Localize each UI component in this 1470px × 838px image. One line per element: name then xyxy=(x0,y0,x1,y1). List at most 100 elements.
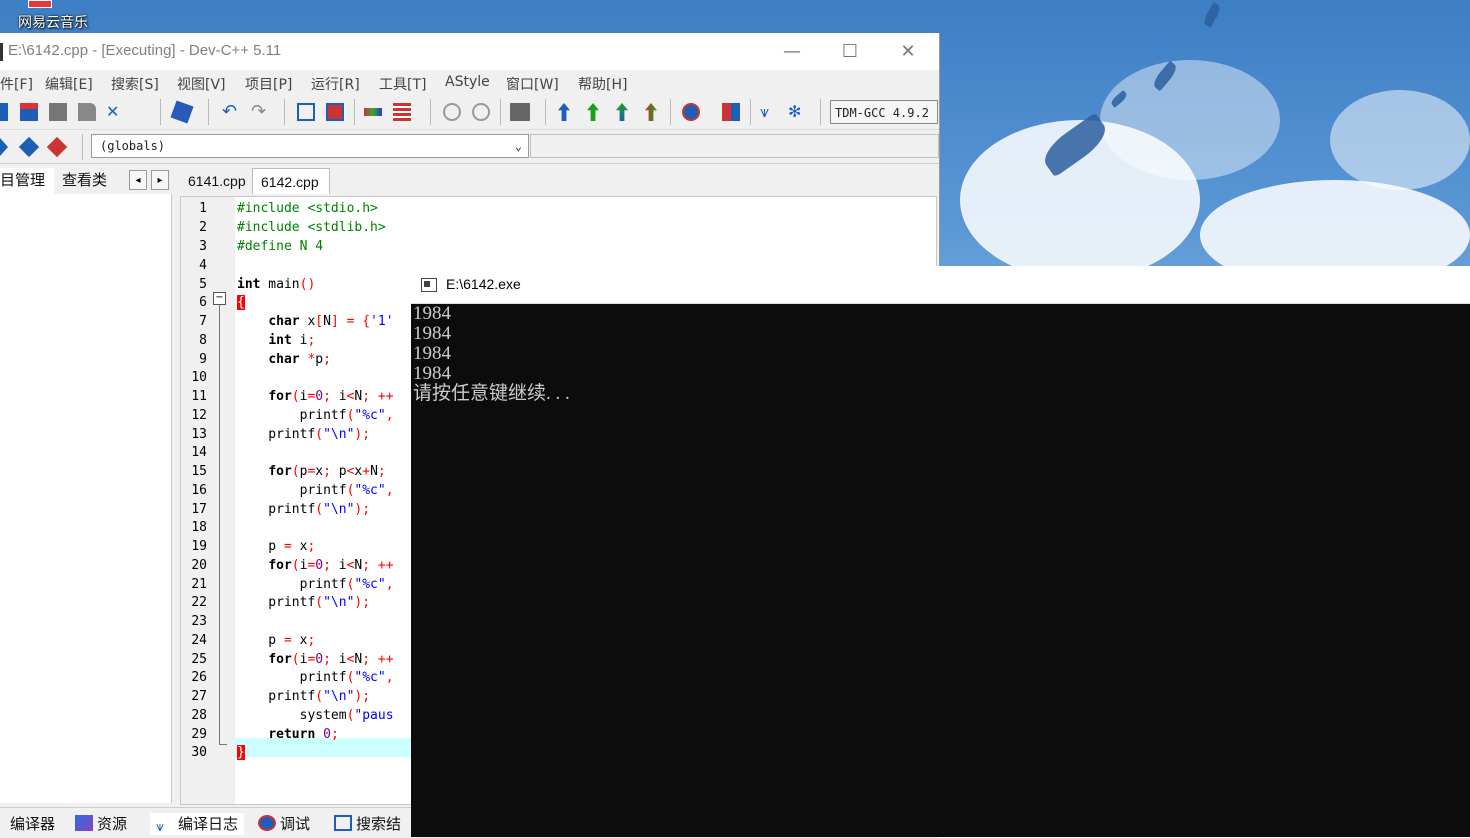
console-line: 请按任意键继续. . . xyxy=(413,383,570,404)
maximize-button[interactable]: ☐ xyxy=(821,33,879,70)
code-line: for(i=0; i<N; ++ xyxy=(268,389,394,404)
project-tree[interactable] xyxy=(0,194,172,803)
project-options-icon[interactable] xyxy=(510,103,530,121)
menu-file[interactable]: 件[F] xyxy=(0,74,33,94)
line-number: 29 xyxy=(191,727,207,742)
code-line: #include <stdlib.h> xyxy=(237,220,386,235)
line-number: 14 xyxy=(191,445,207,460)
new-file-icon[interactable] xyxy=(0,103,8,121)
line-number: 1 xyxy=(199,201,207,216)
code-line: printf("%c", xyxy=(237,670,394,685)
line-number: 13 xyxy=(191,427,207,442)
add-to-project-icon[interactable] xyxy=(443,103,461,121)
find-icon[interactable] xyxy=(297,103,315,121)
code-line: char x[N] = {'1' xyxy=(268,314,394,329)
profile-icon[interactable]: ⩛ xyxy=(760,103,778,121)
menu-astyle[interactable]: AStyle xyxy=(445,74,490,90)
undo-icon[interactable]: ↶ xyxy=(222,103,240,121)
console-line: 1984 xyxy=(413,343,451,364)
console-icon xyxy=(421,278,437,292)
menu-help[interactable]: 帮助[H] xyxy=(578,74,627,94)
close-file-icon[interactable]: ✕ xyxy=(106,103,124,121)
indent-icon[interactable] xyxy=(393,103,411,121)
line-number: 6 xyxy=(199,295,207,310)
tab-scroll-right-icon[interactable]: ▸ xyxy=(151,170,169,190)
debug-tab-icon xyxy=(258,815,276,831)
tab-debug[interactable]: 调试 xyxy=(258,813,310,834)
code-line: printf("%c", xyxy=(237,408,394,423)
debug-icon[interactable] xyxy=(682,103,700,121)
close-button[interactable]: ✕ xyxy=(879,33,937,70)
open-file-icon[interactable] xyxy=(20,103,38,121)
line-number: 30 xyxy=(191,745,207,760)
menu-search[interactable]: 搜索[S] xyxy=(111,74,159,94)
save-all-icon[interactable] xyxy=(78,103,96,121)
code-line: printf("\n"); xyxy=(237,427,371,442)
scope-select[interactable]: (globals) ⌄ xyxy=(91,134,529,158)
code-line: #include <stdio.h> xyxy=(237,201,378,216)
tab-scroll-left-icon[interactable]: ◂ xyxy=(129,170,147,190)
tab-resources[interactable]: 资源 xyxy=(75,813,127,834)
menu-window[interactable]: 窗口[W] xyxy=(506,74,559,94)
tab-project-management[interactable]: 目管理 xyxy=(0,168,54,194)
console-titlebar[interactable]: E:\6142.exe xyxy=(411,266,1470,304)
line-number: 19 xyxy=(191,539,207,554)
console-window[interactable]: E:\6142.exe 1984 1984 1984 1984 请按任意键继续.… xyxy=(411,266,1470,837)
ide-titlebar[interactable]: E:\6142.cpp - [Executing] - Dev-C++ 5.11… xyxy=(0,33,939,70)
line-number: 22 xyxy=(191,595,207,610)
menu-edit[interactable]: 编辑[E] xyxy=(45,74,93,94)
tab-file-6141[interactable]: 6141.cpp xyxy=(180,168,254,194)
menu-view[interactable]: 视图[V] xyxy=(177,74,226,94)
code-line: for(i=0; i<N; ++ xyxy=(268,558,394,573)
tab-compiler[interactable]: 编译器 xyxy=(10,813,55,834)
resources-icon xyxy=(75,815,93,831)
compiler-select[interactable]: TDM-GCC 4.9.2 xyxy=(830,100,938,124)
code-line: printf("\n"); xyxy=(237,502,371,517)
run-icon[interactable] xyxy=(587,103,599,121)
desktop-shortcut-netease-music[interactable]: 网易云音乐 xyxy=(4,0,104,32)
function-select[interactable] xyxy=(530,134,939,158)
compile-icon[interactable] xyxy=(558,103,570,121)
line-number: 27 xyxy=(191,689,207,704)
save-icon[interactable] xyxy=(49,103,67,121)
console-line: 1984 xyxy=(413,363,451,384)
menu-project[interactable]: 项目[P] xyxy=(245,74,292,94)
line-number-gutter: 1 2 3 4 5 6 7 8 9 10 11 12 13 14 15 16 1… xyxy=(181,197,235,804)
code-line: #define N 4 xyxy=(237,239,324,254)
line-number: 23 xyxy=(191,614,207,629)
print-icon[interactable] xyxy=(170,100,194,124)
tab-compile-log[interactable]: ⩛ 编译日志 xyxy=(150,813,245,835)
goto-icon[interactable] xyxy=(364,108,382,116)
code-line: system("paus xyxy=(237,708,394,723)
line-number: 18 xyxy=(191,520,207,535)
remove-from-project-icon[interactable] xyxy=(472,103,490,121)
insert-icon[interactable] xyxy=(18,136,40,158)
redo-icon[interactable]: ↷ xyxy=(251,103,269,121)
line-number: 11 xyxy=(191,389,207,404)
line-number: 21 xyxy=(191,577,207,592)
code-line: char *p; xyxy=(268,352,331,367)
line-number: 16 xyxy=(191,483,207,498)
replace-icon[interactable] xyxy=(326,103,344,121)
minimize-button[interactable]: — xyxy=(763,33,821,70)
tab-search-results[interactable]: 搜索结 xyxy=(334,813,401,834)
console-output: 1984 1984 1984 1984 请按任意键继续. . . xyxy=(413,304,570,404)
toggle-bookmark-icon[interactable] xyxy=(46,136,68,158)
line-number: 12 xyxy=(191,408,207,423)
tab-debug-label: 调试 xyxy=(280,815,311,833)
compile-run-icon[interactable] xyxy=(616,103,628,121)
desktop-shortcut-label: 网易云音乐 xyxy=(18,15,88,31)
profile-delete-icon[interactable]: ✻ xyxy=(788,103,806,121)
tab-class-view[interactable]: 查看类 xyxy=(62,168,107,194)
rebuild-all-icon[interactable] xyxy=(645,103,657,121)
line-number: 26 xyxy=(191,670,207,685)
menu-run[interactable]: 运行[R] xyxy=(311,74,360,94)
fold-toggle-icon[interactable]: − xyxy=(213,292,226,305)
line-number: 17 xyxy=(191,502,207,517)
stop-execution-icon[interactable] xyxy=(722,103,740,121)
code-line: p = x; xyxy=(237,633,316,648)
class-browser-icon[interactable] xyxy=(0,138,8,156)
menu-tools[interactable]: 工具[T] xyxy=(379,74,426,94)
tab-file-6142[interactable]: 6142.cpp xyxy=(252,168,330,194)
console-line: 1984 xyxy=(413,323,451,344)
